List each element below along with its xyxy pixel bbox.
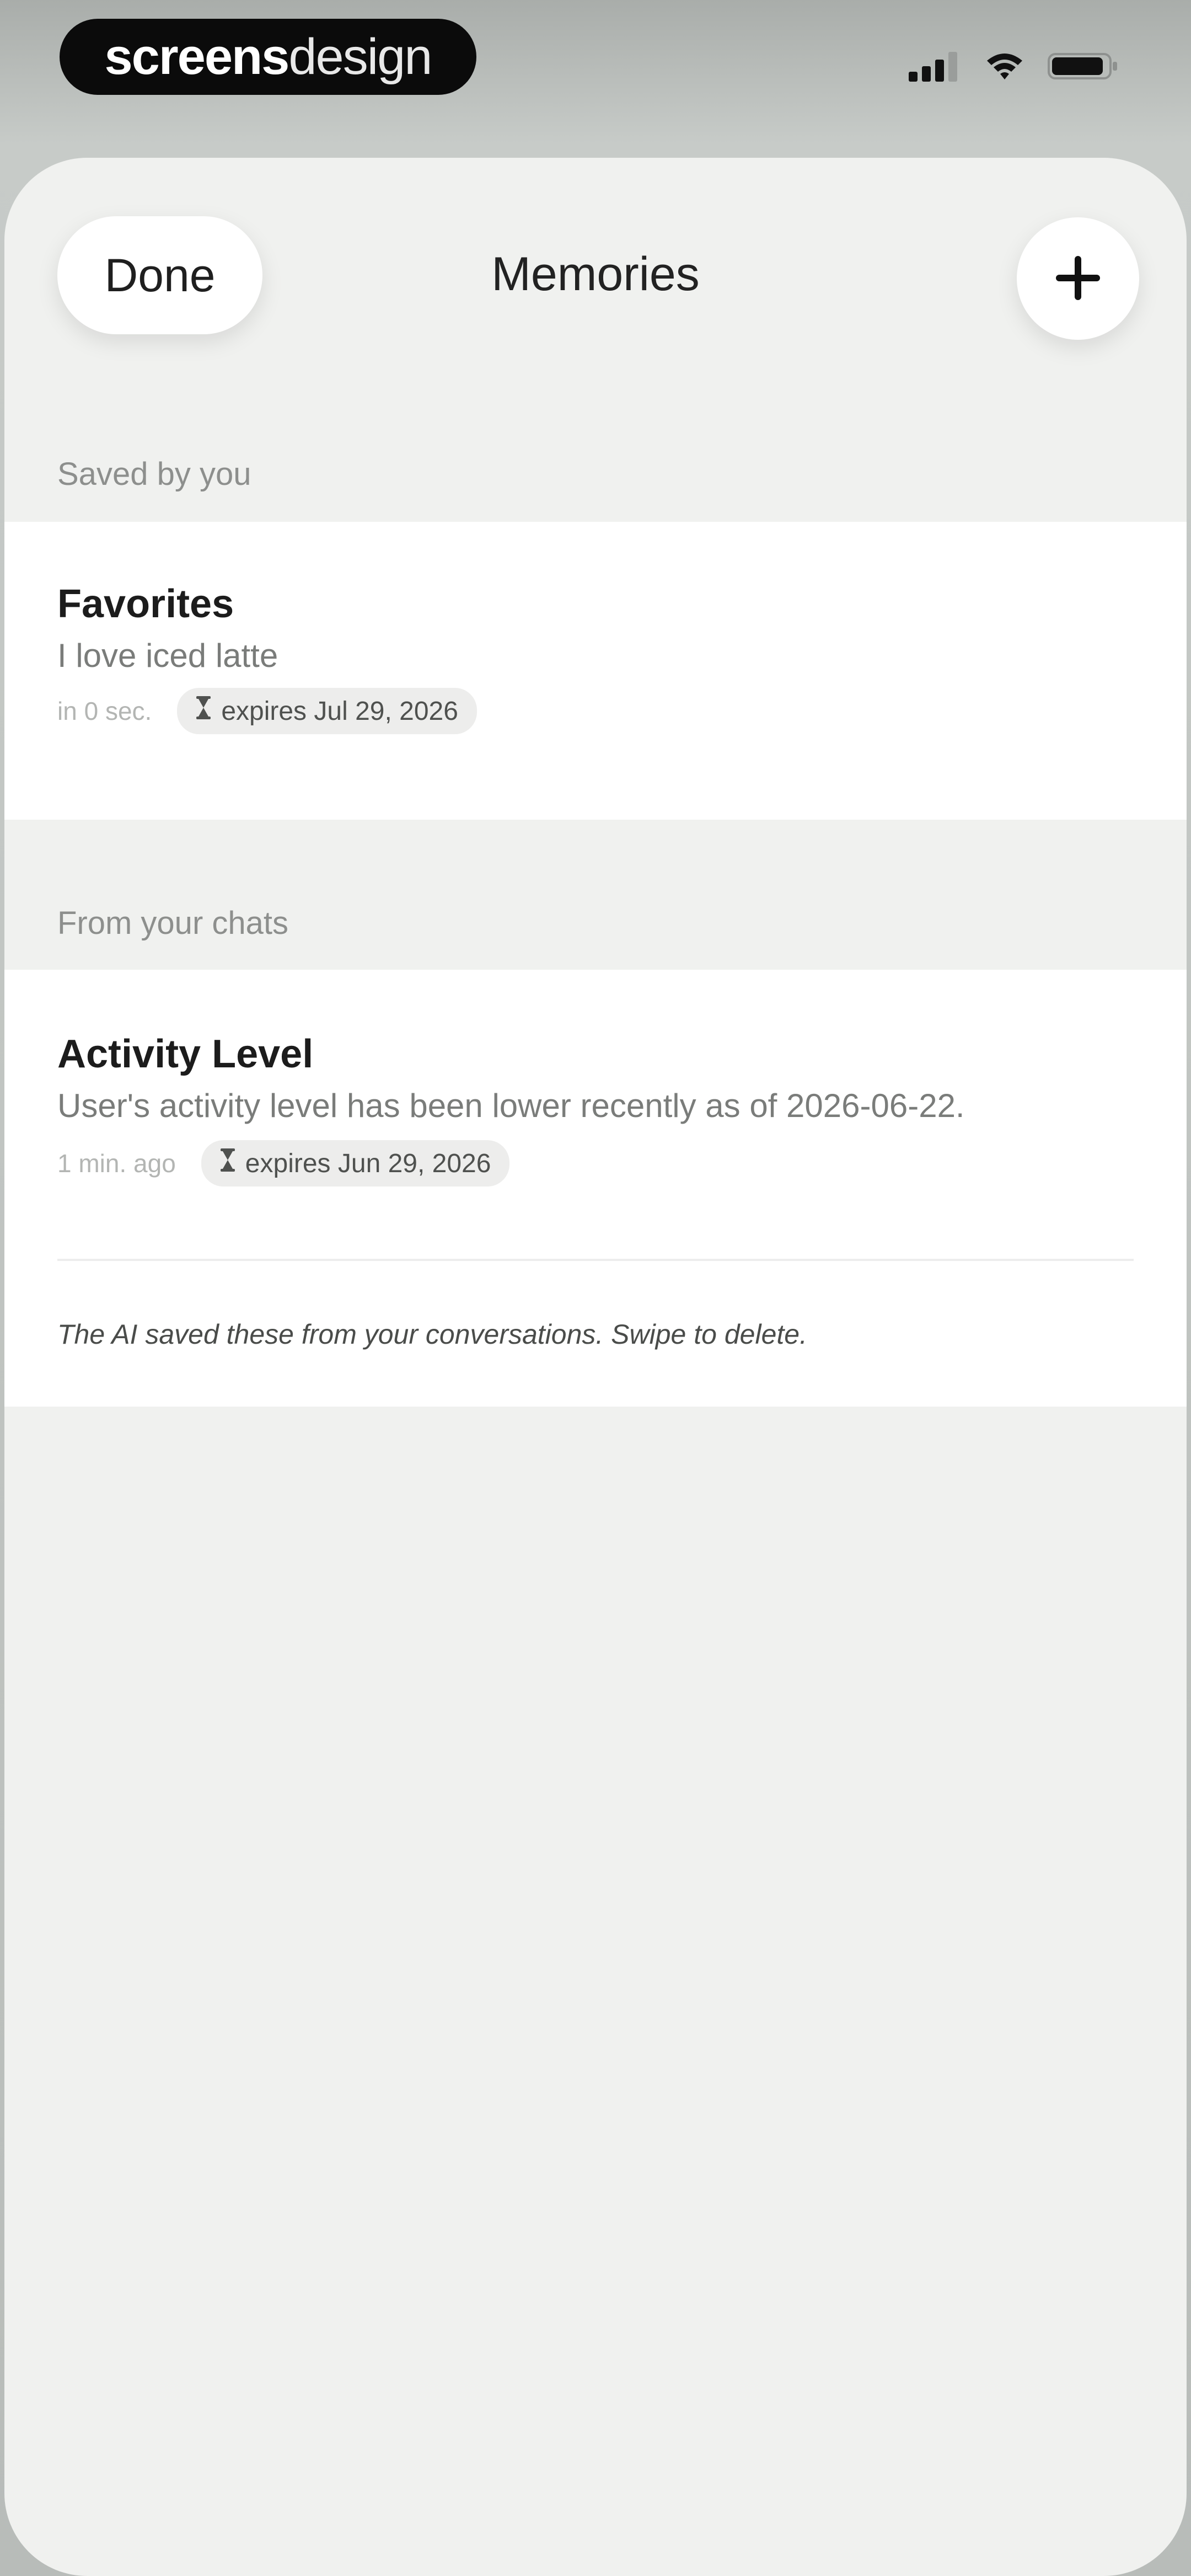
memories-sheet: Done Memories Saved by you Favorites I l… [4,158,1187,2576]
add-memory-button[interactable] [1017,217,1139,340]
expiry-badge: expires Jul 29, 2026 [177,688,477,734]
plus-icon [1051,252,1104,306]
section-header-saved-by-you: Saved by you [57,456,251,492]
memory-item-favorites[interactable]: Favorites I love iced latte in 0 sec. ex… [4,522,1187,734]
memory-meta: 1 min. ago expires Jun 29, 2026 [57,1140,1134,1187]
memory-item-activity-level[interactable]: Activity Level User's activity level has… [4,970,1187,1187]
divider [57,1259,1134,1261]
expiry-text: expires Jul 29, 2026 [221,696,458,726]
battery-icon [1048,51,1119,82]
status-bar: screensdesign [0,0,1191,121]
cellular-signal-icon [909,51,962,82]
brand-logo: screensdesign [104,28,433,85]
section-header-from-your-chats: From your chats [57,905,288,941]
memory-timestamp: in 0 sec. [57,697,152,725]
memory-timestamp: 1 min. ago [57,1149,176,1178]
wifi-icon [985,51,1024,82]
memory-title: Activity Level [57,1032,314,1076]
expiry-badge: expires Jun 29, 2026 [201,1140,510,1187]
chat-memories-card: Activity Level User's activity level has… [4,970,1187,1407]
nav-header: Done Memories [4,158,1187,356]
memory-text: I love iced latte [57,637,278,674]
brand-watermark: screensdesign [60,19,476,95]
hourglass-icon [220,1148,235,1179]
memory-text: User's activity level has been lower rec… [57,1087,965,1124]
page-title: Memories [491,248,700,301]
saved-memories-card: Favorites I love iced latte in 0 sec. ex… [4,522,1187,820]
expiry-text: expires Jun 29, 2026 [245,1148,491,1178]
memory-meta: in 0 sec. expires Jul 29, 2026 [57,688,1134,734]
section-footer-note: The AI saved these from your conversatio… [57,1319,807,1350]
hourglass-icon [196,696,211,726]
memory-title: Favorites [57,582,234,626]
status-icons [909,51,1119,82]
